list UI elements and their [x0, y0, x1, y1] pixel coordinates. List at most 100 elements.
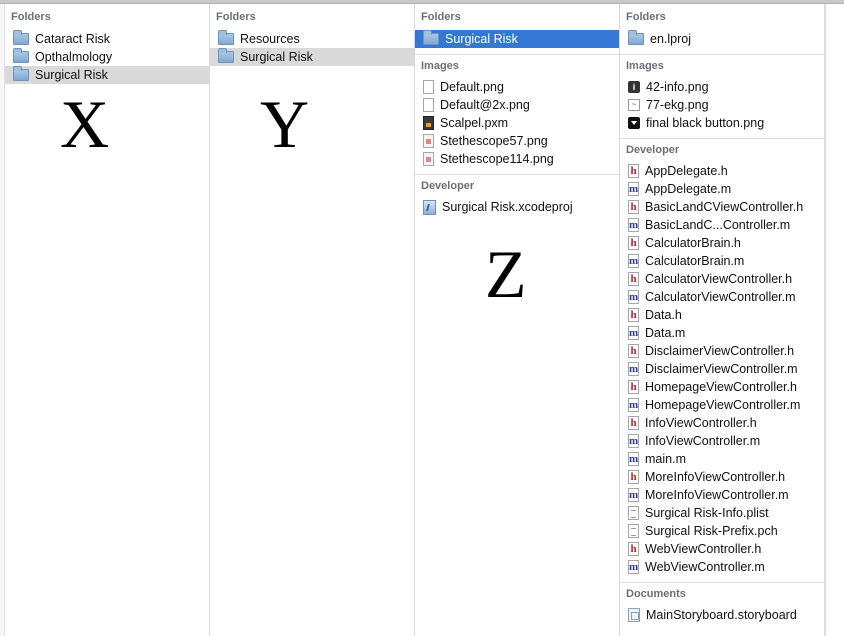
item-label: Surgical Risk [35, 68, 108, 82]
list-item[interactable]: h Data.h [620, 306, 824, 324]
implementation-file-icon: m [628, 488, 639, 502]
list-item[interactable]: h AppDelegate.h [620, 162, 824, 180]
list-item[interactable]: h CalculatorViewController.h [620, 270, 824, 288]
item-label: final black button.png [646, 116, 765, 130]
info-icon: i [628, 81, 640, 93]
list-item[interactable]: ~77-ekg.png [620, 96, 824, 114]
list-item-selected[interactable]: Surgical Risk [210, 48, 414, 66]
list-item[interactable]: m MoreInfoViewController.m [620, 486, 824, 504]
item-label: Data.h [645, 308, 682, 322]
item-label: CalculatorViewController.h [645, 272, 793, 286]
list-item[interactable]: m CalculatorBrain.m [620, 252, 824, 270]
list-item[interactable]: Default@2x.png [415, 96, 619, 114]
black-button-icon [628, 117, 640, 129]
implementation-file-icon: m [628, 398, 639, 412]
list-item[interactable]: m BasicLandC...Controller.m [620, 216, 824, 234]
folder-icon [13, 48, 29, 63]
item-label: CalculatorBrain.h [645, 236, 741, 250]
header-file-icon: h [628, 416, 639, 430]
list-item[interactable]: h BasicLandCViewController.h [620, 198, 824, 216]
overlay-letter-y: Y [260, 86, 310, 162]
item-label: Surgical Risk [240, 50, 313, 64]
list-item[interactable]: Default.png [415, 78, 619, 96]
overlay-letter-x: X [60, 86, 110, 162]
item-label: Resources [240, 32, 300, 46]
item-label: Default@2x.png [440, 98, 530, 112]
list-item[interactable]: Stethescope114.png [415, 150, 619, 168]
list-item[interactable]: Surgical Risk-Prefix.pch [620, 522, 824, 540]
section-header-folders: Folders [11, 11, 51, 23]
header-file-icon: h [628, 308, 639, 322]
section-header-documents: Documents [626, 588, 686, 600]
list-item[interactable]: Scalpel.pxm [415, 114, 619, 132]
list-item[interactable]: i 42-info.png [620, 78, 824, 96]
list-item[interactable]: m Data.m [620, 324, 824, 342]
item-label: HomepageViewController.m [645, 398, 801, 412]
implementation-file-icon: m [628, 434, 639, 448]
item-label: WebViewController.m [645, 560, 765, 574]
header-file-icon: h [628, 542, 639, 556]
item-label: 42-info.png [646, 80, 709, 94]
plist-file-icon [628, 506, 639, 520]
implementation-file-icon: m [628, 560, 639, 574]
folder-icon [423, 30, 439, 45]
header-file-icon: h [628, 470, 639, 484]
list-item[interactable]: h InfoViewController.h [620, 414, 824, 432]
item-label: Data.m [645, 326, 686, 340]
list-item[interactable]: Surgical Risk.xcodeproj [415, 198, 619, 216]
ekg-icon: ~ [628, 99, 640, 111]
xcodeproj-icon [423, 199, 436, 215]
developer-file-list: h AppDelegate.h m AppDelegate.m h BasicLand… [620, 162, 824, 576]
item-label: Opthalmology [35, 50, 113, 64]
section-header-folders: Folders [216, 11, 256, 23]
list-item[interactable]: m main.m [620, 450, 824, 468]
overlay-letter-z: Z [485, 236, 527, 312]
list-item[interactable]: m InfoViewController.m [620, 432, 824, 450]
item-label: BasicLandC...Controller.m [645, 218, 791, 232]
list-item[interactable]: MainStoryboard.storyboard [620, 606, 824, 624]
browser-column-3[interactable]: Folders Surgical Risk Images Default.png… [415, 4, 620, 636]
item-label: Surgical Risk.xcodeproj [442, 200, 573, 214]
folder-icon [628, 30, 644, 45]
list-item[interactable]: Cataract Risk [5, 30, 209, 48]
browser-column-4[interactable]: Folders en.lproj Images i 42-info.png ~77… [620, 4, 825, 636]
list-item[interactable]: Surgical Risk-Info.plist [620, 504, 824, 522]
list-item[interactable]: Resources [210, 30, 414, 48]
list-item[interactable]: m CalculatorViewController.m [620, 288, 824, 306]
item-label: en.lproj [650, 32, 691, 46]
list-item[interactable]: m AppDelegate.m [620, 180, 824, 198]
list-item[interactable]: Opthalmology [5, 48, 209, 66]
pch-file-icon [628, 524, 639, 538]
item-label: InfoViewController.m [645, 434, 761, 448]
browser-column-2[interactable]: Folders Resources Surgical Risk Y [210, 4, 415, 636]
section-header-developer: Developer [421, 180, 475, 192]
implementation-file-icon: m [628, 218, 639, 232]
list-item[interactable]: h CalculatorBrain.h [620, 234, 824, 252]
item-label: MainStoryboard.storyboard [646, 608, 797, 622]
list-item[interactable]: final black button.png [620, 114, 824, 132]
list-item[interactable]: m HomepageViewController.m [620, 396, 824, 414]
folder-icon [218, 48, 234, 63]
section-header-images: Images [626, 60, 664, 72]
list-item[interactable]: en.lproj [620, 30, 824, 48]
right-edge-strip [825, 4, 844, 636]
implementation-file-icon: m [628, 362, 639, 376]
list-item[interactable]: m WebViewController.m [620, 558, 824, 576]
item-label: MoreInfoViewController.m [645, 488, 789, 502]
list-item[interactable]: h MoreInfoViewController.h [620, 468, 824, 486]
implementation-file-icon: m [628, 182, 639, 196]
section-header-folders: Folders [421, 11, 461, 23]
list-item[interactable]: h WebViewController.h [620, 540, 824, 558]
list-item-selected[interactable]: Surgical Risk [415, 30, 619, 48]
header-file-icon: h [628, 200, 639, 214]
list-item[interactable]: m DisclaimerViewController.m [620, 360, 824, 378]
list-item[interactable]: h HomepageViewController.h [620, 378, 824, 396]
item-label: CalculatorViewController.m [645, 290, 796, 304]
folder-icon [13, 30, 29, 45]
browser-column-1[interactable]: Folders Cataract Risk Opthalmology Surgi… [5, 4, 210, 636]
list-item[interactable]: Stethescope57.png [415, 132, 619, 150]
item-label: Surgical Risk [445, 32, 518, 46]
list-item-selected[interactable]: Surgical Risk [5, 66, 209, 84]
list-item[interactable]: h DisclaimerViewController.h [620, 342, 824, 360]
folder-icon [218, 30, 234, 45]
